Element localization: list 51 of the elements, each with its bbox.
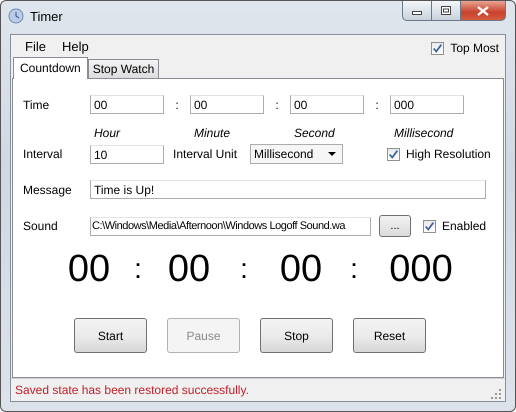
input-field[interactable]: 000 — [390, 95, 464, 114]
browse-button[interactable]: ... — [379, 215, 411, 237]
checkbox[interactable] — [423, 220, 436, 232]
dropdown[interactable]: Millisecond — [250, 144, 343, 164]
maximize-button[interactable] — [432, 1, 461, 21]
resize-grip-icon — [491, 389, 501, 399]
time-digits: 00 — [166, 247, 212, 291]
action-button[interactable]: Reset — [353, 318, 426, 353]
field-label: Message — [22, 182, 73, 196]
separator: : — [349, 252, 359, 286]
field-label: Interval Unit — [173, 147, 238, 161]
separator: : — [174, 98, 180, 112]
separator: : — [133, 252, 143, 286]
unit-label: Minute — [193, 126, 232, 140]
input-field[interactable]: 00 — [90, 95, 164, 114]
field-label: Interval — [22, 147, 64, 161]
menu-item[interactable]: Help — [54, 38, 97, 54]
action-button[interactable]: Stop — [260, 318, 333, 353]
checkbox[interactable] — [387, 148, 400, 160]
input-field[interactable]: 00 — [190, 95, 264, 114]
action-button[interactable]: Start — [74, 318, 147, 353]
window-title: Timer — [30, 8, 63, 24]
minimize-button[interactable] — [402, 1, 432, 21]
time-digits: 000 — [388, 247, 454, 291]
checkbox-label: Enabled — [442, 219, 486, 233]
unit-label: Hour — [93, 126, 122, 140]
menu-item[interactable]: File — [17, 38, 54, 54]
checkbox-label: Top Most — [450, 41, 499, 55]
separator: : — [239, 252, 249, 286]
time-digits: 00 — [66, 247, 112, 291]
checkbox-label: High Resolution — [406, 147, 491, 161]
tab[interactable]: Countdown — [13, 57, 88, 79]
unit-label: Second — [293, 126, 336, 140]
clock-icon — [8, 8, 24, 24]
input-field[interactable]: C:\Windows\Media\Afternoon\Windows Logoff Sound.wa — [90, 216, 371, 236]
close-icon — [477, 6, 489, 16]
maximize-icon — [441, 6, 451, 15]
input-field[interactable]: Time is Up! — [90, 180, 486, 199]
checkbox[interactable] — [431, 42, 444, 54]
close-button[interactable] — [461, 1, 506, 21]
separator: : — [374, 98, 380, 112]
input-field[interactable]: 10 — [90, 144, 164, 164]
separator: : — [274, 98, 280, 112]
field-label: Sound — [22, 219, 59, 233]
field-label: Time — [22, 98, 50, 112]
status-text: Saved state has been restored successfully. — [15, 383, 249, 397]
input-field[interactable]: 00 — [290, 95, 364, 114]
time-digits: 00 — [278, 247, 324, 291]
tab[interactable]: Stop Watch — [88, 59, 160, 78]
dropdown-arrow-icon — [328, 152, 336, 156]
unit-label: Millisecond — [393, 126, 454, 140]
